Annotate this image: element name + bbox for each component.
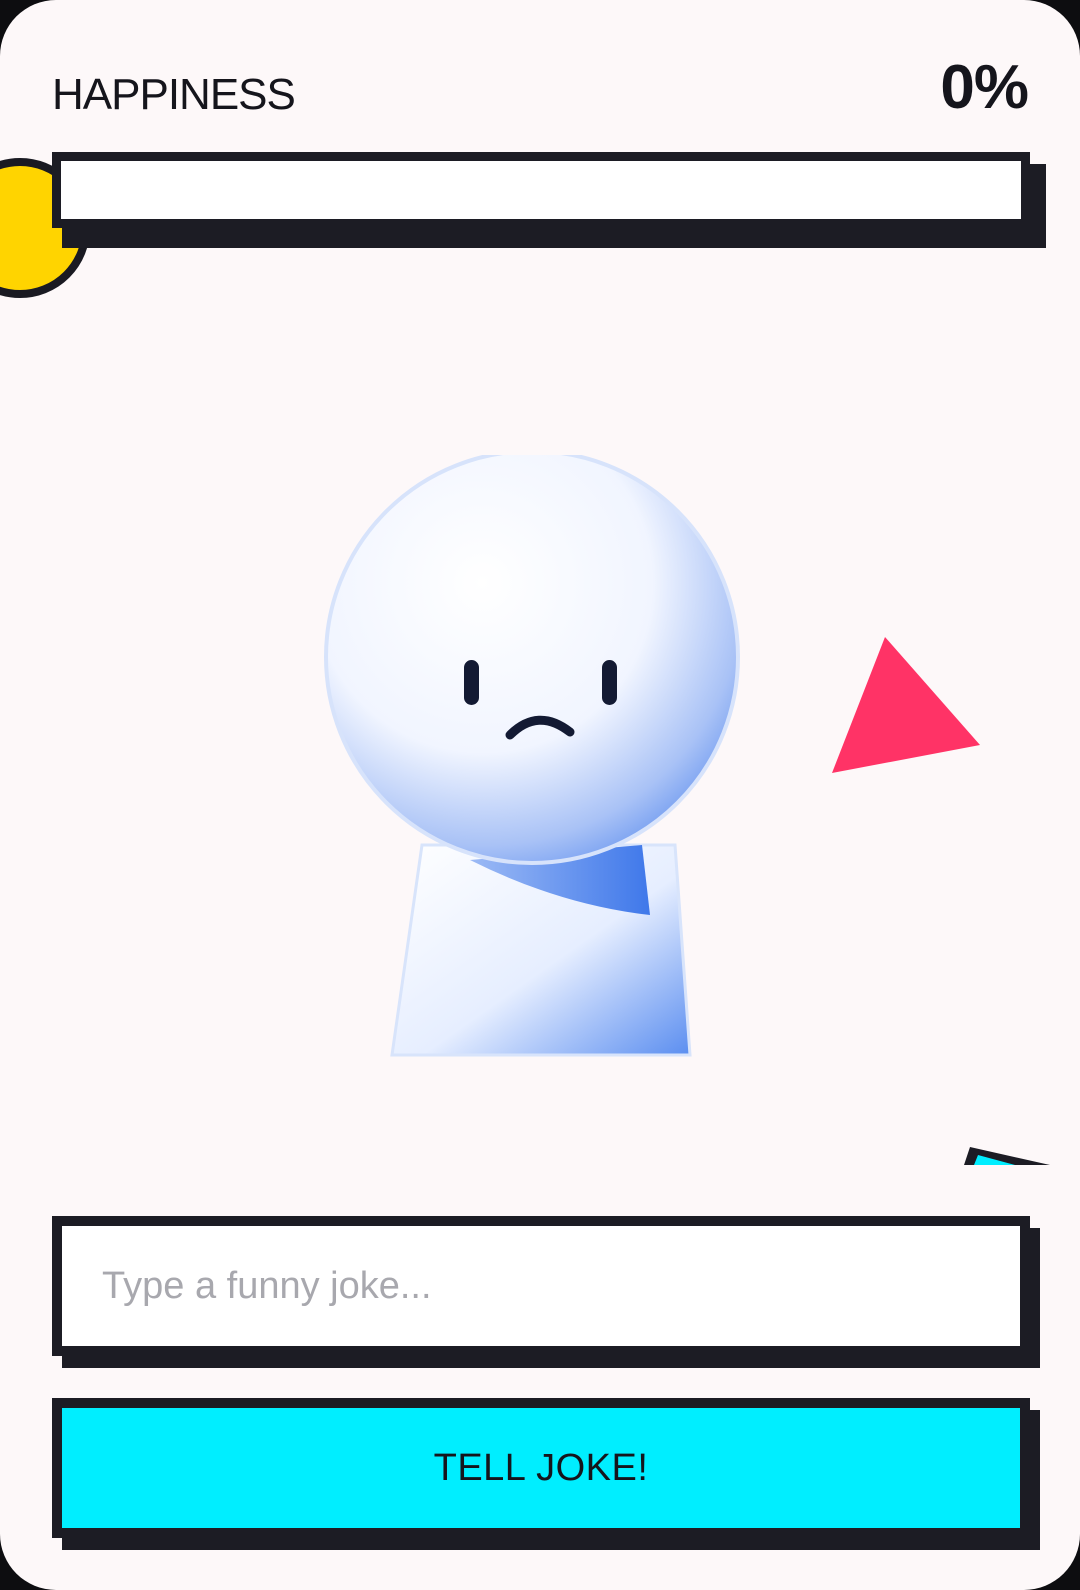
happiness-label: HAPPINESS [52,70,296,119]
tell-joke-button[interactable]: TELL JOKE! [52,1398,1030,1538]
game-card: HAPPINESS 0% Type a funny joke... TELL J… [0,0,1080,1590]
character-right-eye [602,660,617,705]
cyan-corner-decoration [964,1147,1050,1165]
happiness-value: 0% [940,53,1029,122]
happiness-bar [52,152,1030,228]
character-left-eye [464,660,479,705]
pink-triangle-decoration [832,637,980,773]
character-head [324,455,740,865]
sad-character-illustration [324,455,740,1057]
joke-input[interactable] [52,1216,1030,1356]
